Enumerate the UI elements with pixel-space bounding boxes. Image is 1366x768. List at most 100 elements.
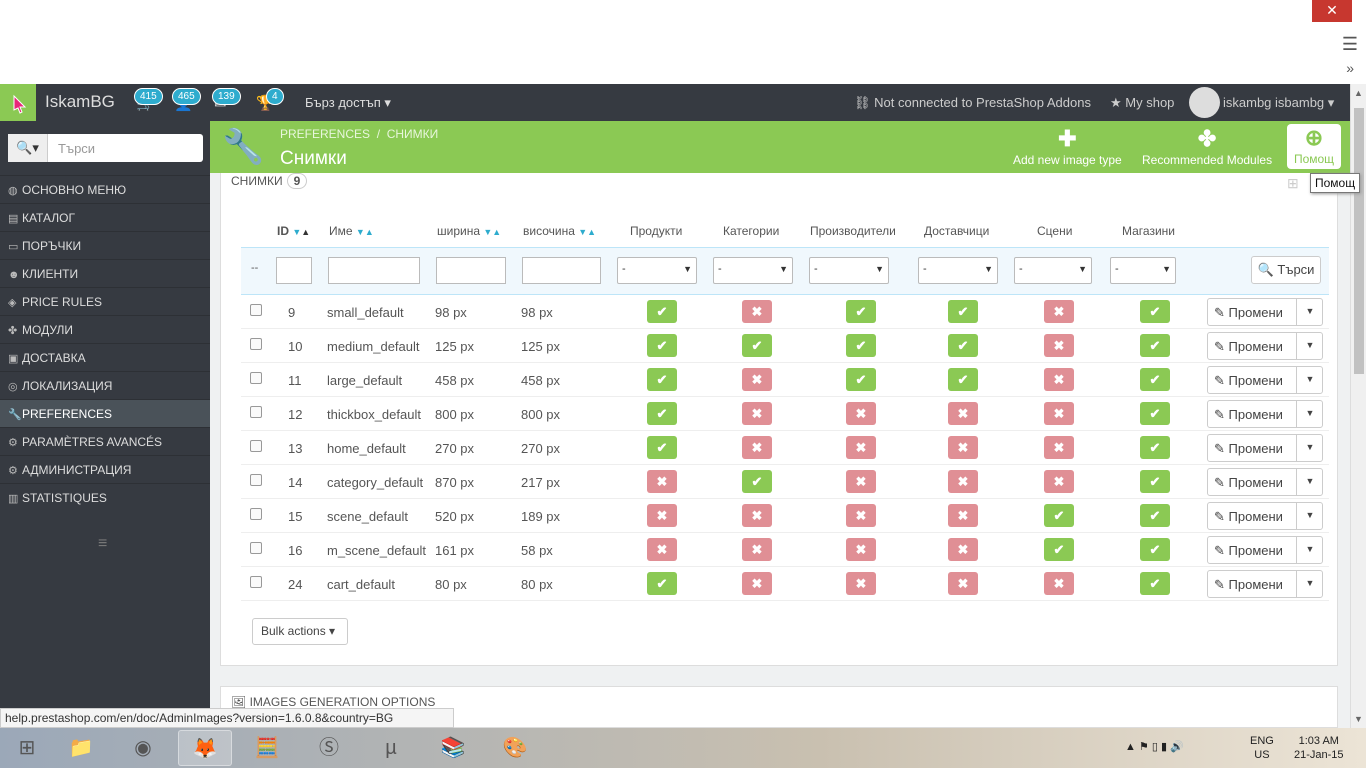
cross-icon[interactable]: ✖ (742, 504, 772, 527)
col-height[interactable]: височина ▼▲ (523, 224, 596, 238)
cross-icon[interactable]: ✖ (846, 436, 876, 459)
caret-down-icon[interactable]: ▼ (1296, 333, 1323, 359)
filter-suppliers-select[interactable]: - ▼ (918, 257, 998, 284)
row-checkbox[interactable] (250, 542, 262, 554)
sidebar-item-statistiques[interactable]: ▥ STATISTIQUES (0, 483, 210, 511)
row-checkbox[interactable] (250, 474, 262, 486)
sidebar-item-доставка[interactable]: ▣ ДОСТАВКА (0, 343, 210, 371)
caret-down-icon[interactable]: ▼ (1296, 401, 1323, 427)
row-checkbox[interactable] (250, 338, 262, 350)
cross-icon[interactable]: ✖ (1044, 402, 1074, 425)
cross-icon[interactable]: ✖ (948, 470, 978, 493)
check-icon[interactable]: ✔ (1140, 538, 1170, 561)
check-icon[interactable]: ✔ (647, 334, 677, 357)
cross-icon[interactable]: ✖ (647, 470, 677, 493)
check-icon[interactable]: ✔ (647, 368, 677, 391)
prestashop-logo[interactable] (0, 84, 36, 121)
quick-access-dropdown[interactable]: Бърз достъп ▾ (305, 95, 391, 111)
caret-down-icon[interactable]: ▼ (1296, 367, 1323, 393)
filter-scenes-select[interactable]: - ▼ (1014, 257, 1092, 284)
mail-icon[interactable]: ✉139 (212, 88, 241, 112)
user-icon[interactable]: 👤465 (172, 88, 201, 112)
collapse-menu-icon[interactable]: ≡ (98, 535, 107, 553)
cross-icon[interactable]: ✖ (1044, 470, 1074, 493)
cross-icon[interactable]: ✖ (1044, 572, 1074, 595)
cross-icon[interactable]: ✖ (742, 300, 772, 323)
col-name[interactable]: Име ▼▲ (329, 224, 374, 238)
edit-button[interactable]: ✎ Промени (1214, 373, 1283, 389)
winrar-icon[interactable]: 📚 (426, 730, 480, 766)
cross-icon[interactable]: ✖ (742, 572, 772, 595)
sidebar-item-основно-меню[interactable]: ◍ ОСНОВНО МЕНЮ (0, 175, 210, 203)
cross-icon[interactable]: ✖ (948, 572, 978, 595)
addons-link[interactable]: ⛓ Not connected to PrestaShop Addons (854, 95, 1091, 111)
caret-down-icon[interactable]: ▼ (1296, 503, 1323, 529)
cross-icon[interactable]: ✖ (846, 470, 876, 493)
breadcrumb-preferences[interactable]: PREFERENCES (280, 127, 370, 141)
check-icon[interactable]: ✔ (742, 470, 772, 493)
browser-close-button[interactable]: ✕ (1312, 0, 1352, 22)
check-icon[interactable]: ✔ (1044, 538, 1074, 561)
edit-button[interactable]: ✎ Промени (1214, 407, 1283, 423)
check-icon[interactable]: ✔ (1140, 470, 1170, 493)
add-new-icon[interactable]: ⊞ (1287, 175, 1299, 192)
caret-down-icon[interactable]: ▼ (1296, 435, 1323, 461)
bulk-actions-button[interactable]: Bulk actions ▾ (252, 618, 348, 645)
cross-icon[interactable]: ✖ (647, 538, 677, 561)
filter-stores-select[interactable]: - ▼ (1110, 257, 1176, 284)
check-icon[interactable]: ✔ (742, 334, 772, 357)
search-icon[interactable]: 🔍▾ (8, 134, 48, 162)
caret-down-icon[interactable]: ▼ (1296, 469, 1323, 495)
row-checkbox[interactable] (250, 406, 262, 418)
sidebar-item-модули[interactable]: ✤ МОДУЛИ (0, 315, 210, 343)
cross-icon[interactable]: ✖ (1044, 300, 1074, 323)
add-image-type-button[interactable]: ✚ Add new image type (1013, 125, 1122, 167)
cross-icon[interactable]: ✖ (742, 402, 772, 425)
cross-icon[interactable]: ✖ (846, 504, 876, 527)
cross-icon[interactable]: ✖ (742, 368, 772, 391)
language-indicator[interactable]: ENG US (1250, 734, 1274, 762)
cross-icon[interactable]: ✖ (742, 436, 772, 459)
sidebar-item-каталог[interactable]: ▤ КАТАЛОГ (0, 203, 210, 231)
check-icon[interactable]: ✔ (1140, 368, 1170, 391)
cross-icon[interactable]: ✖ (846, 572, 876, 595)
cross-icon[interactable]: ✖ (647, 504, 677, 527)
clock[interactable]: 1:03 AM 21-Jan-15 (1294, 734, 1344, 762)
skype-icon[interactable]: Ⓢ (302, 730, 356, 766)
check-icon[interactable]: ✔ (948, 300, 978, 323)
windows-start-icon[interactable]: ⊞ (0, 730, 54, 766)
filter-categories-select[interactable]: - ▼ (713, 257, 793, 284)
row-checkbox[interactable] (250, 576, 262, 588)
check-icon[interactable]: ✔ (1140, 334, 1170, 357)
paint-icon[interactable]: 🎨 (488, 730, 542, 766)
row-checkbox[interactable] (250, 372, 262, 384)
sidebar-item-администрация[interactable]: ⚙ АДМИНИСТРАЦИЯ (0, 455, 210, 483)
sidebar-item-price-rules[interactable]: ◈ PRICE RULES (0, 287, 210, 315)
edit-button[interactable]: ✎ Промени (1214, 339, 1283, 355)
edit-button[interactable]: ✎ Промени (1214, 577, 1283, 593)
browser-more-icon[interactable]: » (1346, 60, 1354, 76)
cross-icon[interactable]: ✖ (948, 402, 978, 425)
cart-icon[interactable]: 🛒415 (134, 88, 163, 112)
filter-manufacturers-select[interactable]: - ▼ (809, 257, 889, 284)
check-icon[interactable]: ✔ (647, 436, 677, 459)
sidebar-item-локализация[interactable]: ◎ ЛОКАЛИЗАЦИЯ (0, 371, 210, 399)
caret-down-icon[interactable]: ▼ (1296, 299, 1323, 325)
row-checkbox[interactable] (250, 508, 262, 520)
filter-width-input[interactable] (436, 257, 506, 284)
sidebar-item-paramètres-avancés[interactable]: ⚙ PARAMÈTRES AVANCÉS (0, 427, 210, 455)
check-icon[interactable]: ✔ (1140, 504, 1170, 527)
check-icon[interactable]: ✔ (948, 334, 978, 357)
scrollbar-thumb[interactable] (1354, 108, 1364, 374)
filter-height-input[interactable] (522, 257, 601, 284)
system-tray[interactable]: ▲ ⚑ ▯ ▮ 🔊 (1125, 740, 1184, 753)
filter-search-button[interactable]: 🔍 Търси (1251, 256, 1321, 284)
check-icon[interactable]: ✔ (846, 300, 876, 323)
cross-icon[interactable]: ✖ (948, 504, 978, 527)
trophy-icon[interactable]: 🏆 4 (256, 88, 284, 112)
edit-button[interactable]: ✎ Промени (1214, 475, 1283, 491)
row-checkbox[interactable] (250, 304, 262, 316)
sidebar-item-preferences[interactable]: 🔧PREFERENCES (0, 399, 210, 427)
scroll-up-icon[interactable]: ▲ (1354, 88, 1363, 98)
edit-button[interactable]: ✎ Промени (1214, 543, 1283, 559)
